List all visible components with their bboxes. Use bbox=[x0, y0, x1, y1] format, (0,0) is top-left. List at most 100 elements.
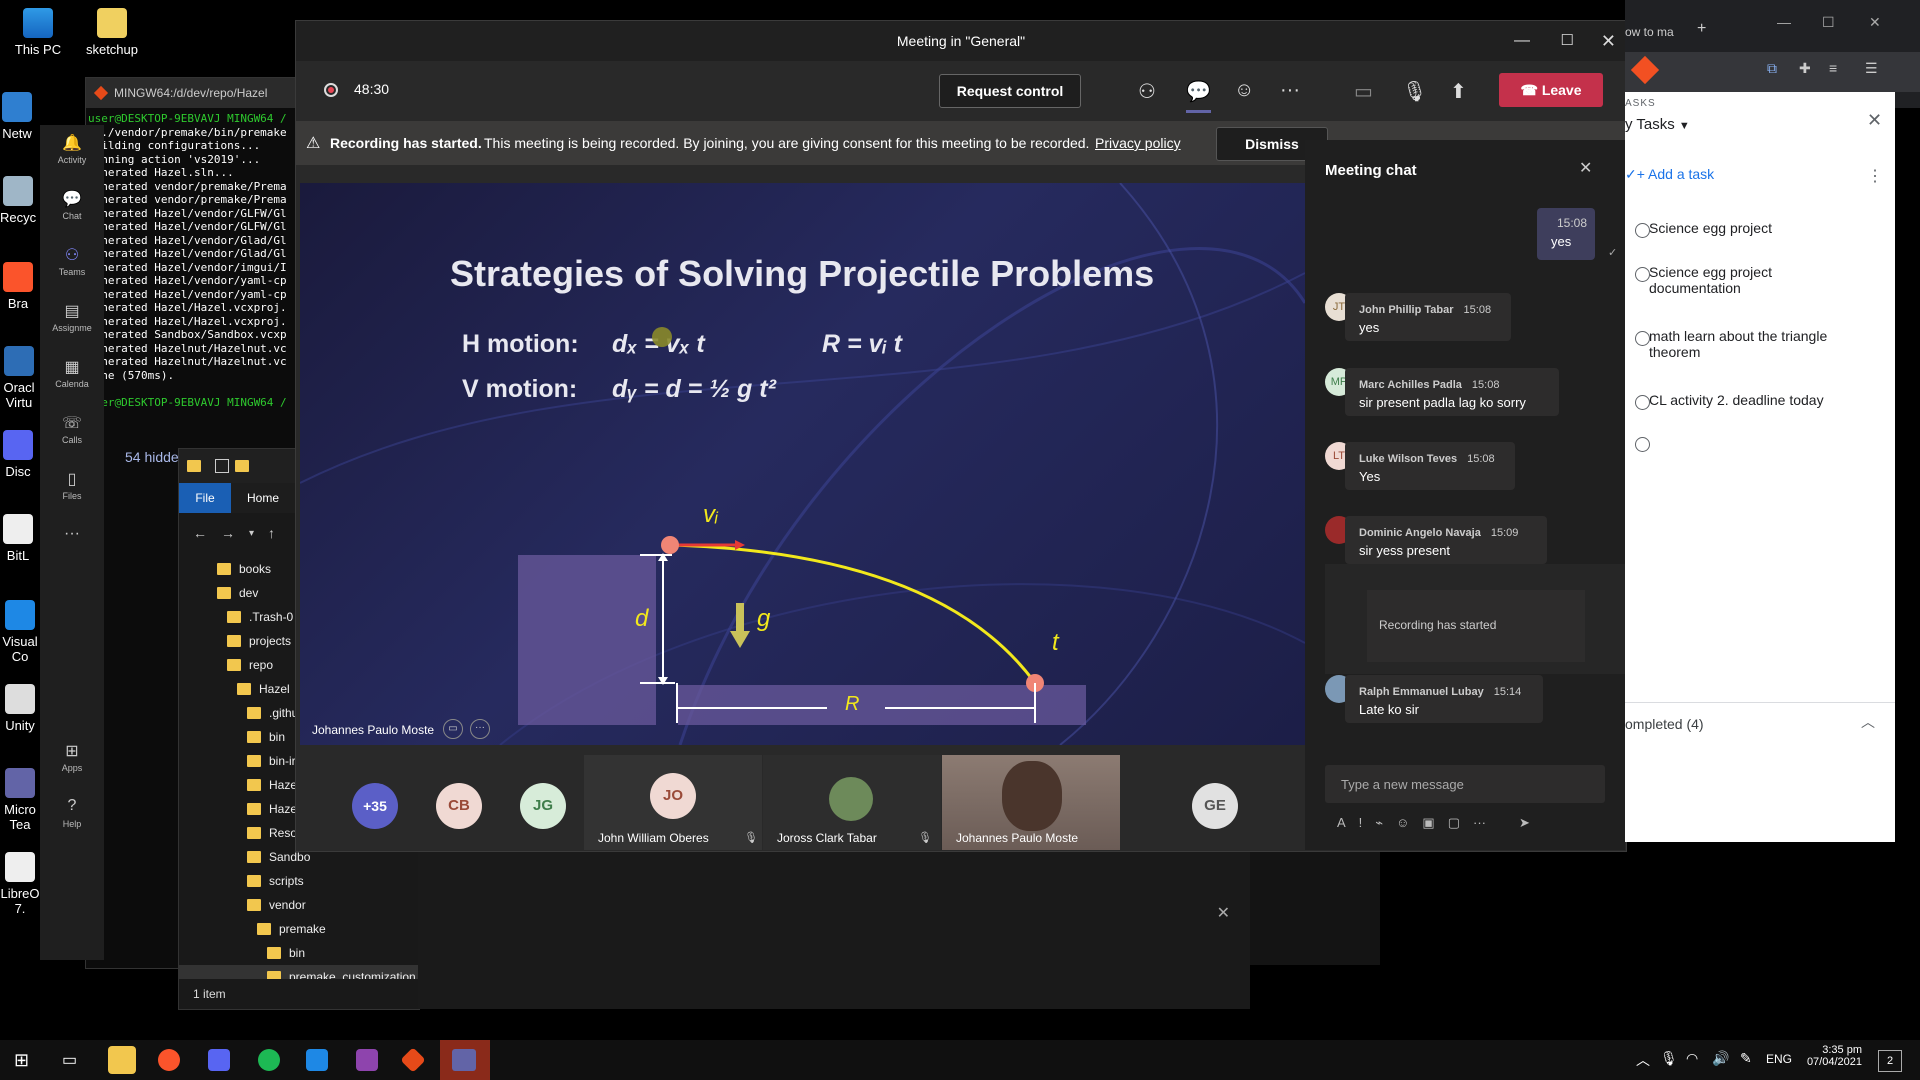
participant-avatar[interactable]: CB bbox=[436, 783, 482, 829]
gif-icon[interactable]: ▣ bbox=[1422, 815, 1434, 839]
desktop-icon-libreoffice[interactable]: LibreO 7. bbox=[0, 852, 40, 916]
minimize-icon[interactable]: — bbox=[1514, 21, 1530, 61]
chevron-up-icon[interactable]: ︿ bbox=[1861, 712, 1875, 732]
desktop-icon-teams[interactable]: Micro Tea bbox=[0, 768, 40, 832]
leave-button[interactable]: ☎ Leave bbox=[1499, 73, 1603, 107]
participant-tile[interactable]: Joross Clark Tabar 🎙 bbox=[763, 755, 941, 850]
app-bar-item[interactable]: ▯ Files bbox=[40, 461, 104, 517]
extension-icon[interactable] bbox=[1630, 55, 1660, 85]
add-task-button[interactable]: ✓+ Add a task bbox=[1625, 166, 1714, 183]
camera-off-icon[interactable]: ▭ bbox=[1354, 79, 1373, 104]
more-options-icon[interactable]: ··· bbox=[1280, 79, 1300, 102]
participant-video-tile[interactable]: Johannes Paulo Moste bbox=[942, 755, 1120, 850]
minimize-icon[interactable]: — bbox=[1777, 14, 1791, 30]
maximize-icon[interactable]: ☐ bbox=[1822, 14, 1835, 31]
up-arrow-icon[interactable]: ↑ bbox=[268, 525, 275, 541]
app-bar-item[interactable]: ☏ Calls bbox=[40, 405, 104, 461]
notification-center[interactable]: 2 bbox=[1878, 1050, 1902, 1072]
translate-icon[interactable]: ⧉ bbox=[1767, 60, 1777, 77]
clock[interactable]: 3:35 pm 07/04/2021 bbox=[1800, 1044, 1862, 1068]
mic-off-icon[interactable]: 🎙 bbox=[1402, 79, 1427, 104]
participant-tile[interactable]: JO John William Oberes 🎙 bbox=[584, 755, 762, 850]
message-input[interactable]: Type a new message bbox=[1325, 765, 1605, 803]
brave-icon[interactable] bbox=[158, 1049, 180, 1071]
task-item[interactable]: Science egg project documentation bbox=[1635, 264, 1849, 296]
git-bash-icon[interactable] bbox=[400, 1047, 426, 1073]
file-explorer-icon[interactable] bbox=[108, 1046, 136, 1074]
chat-icon[interactable]: 💬 bbox=[1186, 79, 1211, 113]
task-item[interactable]: Science egg project bbox=[1635, 220, 1849, 238]
desktop-icon-bitlife[interactable]: BitL bbox=[0, 514, 36, 563]
task-checkbox-icon[interactable] bbox=[1635, 395, 1650, 410]
visual-studio-icon[interactable] bbox=[356, 1049, 378, 1071]
folder-tree-item[interactable]: premake bbox=[179, 917, 419, 941]
close-icon[interactable]: ✕ bbox=[1601, 21, 1616, 61]
discord-icon[interactable] bbox=[208, 1049, 230, 1071]
forward-arrow-icon[interactable]: → bbox=[221, 525, 235, 541]
desktop-icon-sketchup[interactable]: sketchup bbox=[82, 8, 142, 57]
teams-taskbar-button[interactable] bbox=[440, 1040, 490, 1080]
puzzle-icon[interactable]: ✚ bbox=[1799, 60, 1811, 77]
desktop-icon-oracle[interactable]: Oracl Virtu bbox=[0, 346, 38, 410]
meeting-titlebar[interactable]: Meeting in "General" — ☐ ✕ bbox=[296, 21, 1626, 61]
vscode-icon[interactable] bbox=[306, 1049, 328, 1071]
menu-icon[interactable]: ☰ bbox=[1865, 60, 1878, 77]
task-list-selector[interactable]: y Tasks ▼ bbox=[1625, 116, 1690, 133]
new-tab-icon[interactable]: + bbox=[1697, 20, 1706, 38]
task-view-icon[interactable]: ▭ bbox=[62, 1050, 77, 1070]
pin-icon[interactable]: ▭ bbox=[443, 719, 463, 739]
volume-icon[interactable]: 🔊 bbox=[1712, 1050, 1729, 1067]
folder-tree-item[interactable]: scripts bbox=[179, 869, 419, 893]
send-icon[interactable]: ➤ bbox=[1519, 815, 1530, 839]
close-icon[interactable]: ✕ bbox=[1217, 903, 1230, 923]
participant-avatar[interactable]: JG bbox=[520, 783, 566, 829]
task-checkbox-icon[interactable] bbox=[1635, 267, 1650, 282]
emoji-icon[interactable]: ☺ bbox=[1396, 815, 1409, 839]
request-control-button[interactable]: Request control bbox=[939, 74, 1081, 108]
app-bar-item[interactable]: ⚇ Teams bbox=[40, 237, 104, 293]
share-screen-icon[interactable]: ⬆ bbox=[1450, 79, 1467, 104]
spotify-icon[interactable] bbox=[258, 1049, 280, 1071]
attach-icon[interactable]: ⌁ bbox=[1375, 815, 1383, 839]
close-icon[interactable]: ✕ bbox=[1867, 110, 1882, 131]
more-apps-icon[interactable]: ··· bbox=[40, 517, 104, 573]
language-indicator[interactable]: ENG bbox=[1766, 1052, 1792, 1066]
app-bar-item[interactable]: 💬 Chat bbox=[40, 181, 104, 237]
close-chat-icon[interactable]: ✕ bbox=[1579, 158, 1592, 178]
privacy-policy-link[interactable]: Privacy policy bbox=[1095, 135, 1181, 151]
task-checkbox-icon[interactable] bbox=[1635, 437, 1650, 452]
app-bar-item[interactable]: ▤ Assignme bbox=[40, 293, 104, 349]
completed-section[interactable]: ompleted (4) bbox=[1625, 716, 1704, 732]
pen-icon[interactable]: ✎ bbox=[1740, 1050, 1752, 1067]
folder-tree-item[interactable]: vendor bbox=[179, 893, 419, 917]
chevron-up-icon[interactable]: ︿ bbox=[1636, 1050, 1650, 1070]
participant-avatar[interactable]: GE bbox=[1192, 783, 1238, 829]
app-bar-item[interactable]: 🔔 Activity bbox=[40, 125, 104, 181]
terminal-titlebar[interactable]: MINGW64:/d/dev/repo/Hazel bbox=[86, 78, 304, 108]
start-icon[interactable]: ⊞ bbox=[14, 1050, 29, 1071]
desktop-icon-brave[interactable]: Bra bbox=[0, 262, 36, 311]
participants-icon[interactable]: ⚇ bbox=[1138, 79, 1156, 104]
maximize-icon[interactable]: ☐ bbox=[1561, 21, 1574, 61]
tab-file[interactable]: File bbox=[179, 483, 231, 513]
task-checkbox-icon[interactable] bbox=[1635, 331, 1650, 346]
chevron-down-icon[interactable]: ▾ bbox=[249, 528, 254, 539]
more-icon[interactable]: ··· bbox=[470, 719, 490, 739]
more-participants-button[interactable]: +35 bbox=[352, 783, 398, 829]
app-bar-item[interactable]: ▦ Calenda bbox=[40, 349, 104, 405]
desktop-icon-vscode[interactable]: Visual Co bbox=[0, 600, 40, 664]
tab-home[interactable]: Home bbox=[231, 483, 295, 513]
important-icon[interactable]: ! bbox=[1359, 815, 1363, 839]
desktop-icon-discord[interactable]: Disc bbox=[0, 430, 36, 479]
desktop-icon-recycle[interactable]: Recyc bbox=[0, 176, 36, 225]
app-bar-item[interactable]: ? Help bbox=[40, 789, 104, 845]
app-bar-item[interactable]: ⊞ Apps bbox=[40, 733, 104, 789]
browser-tab[interactable]: ow to ma bbox=[1625, 20, 1695, 44]
terminal-output[interactable]: user@DESKTOP-9EBVAVJ MINGW64 /$ ./vendor… bbox=[86, 108, 304, 427]
more-options-icon[interactable]: ⋮ bbox=[1867, 166, 1883, 186]
folder-tree-item[interactable]: bin bbox=[179, 941, 419, 965]
microphone-icon[interactable]: 🎙 bbox=[1660, 1050, 1678, 1067]
wifi-icon[interactable]: ◠ bbox=[1686, 1050, 1698, 1067]
playlist-icon[interactable]: ≡ bbox=[1829, 60, 1837, 76]
desktop-icon-unity[interactable]: Unity bbox=[0, 684, 40, 733]
